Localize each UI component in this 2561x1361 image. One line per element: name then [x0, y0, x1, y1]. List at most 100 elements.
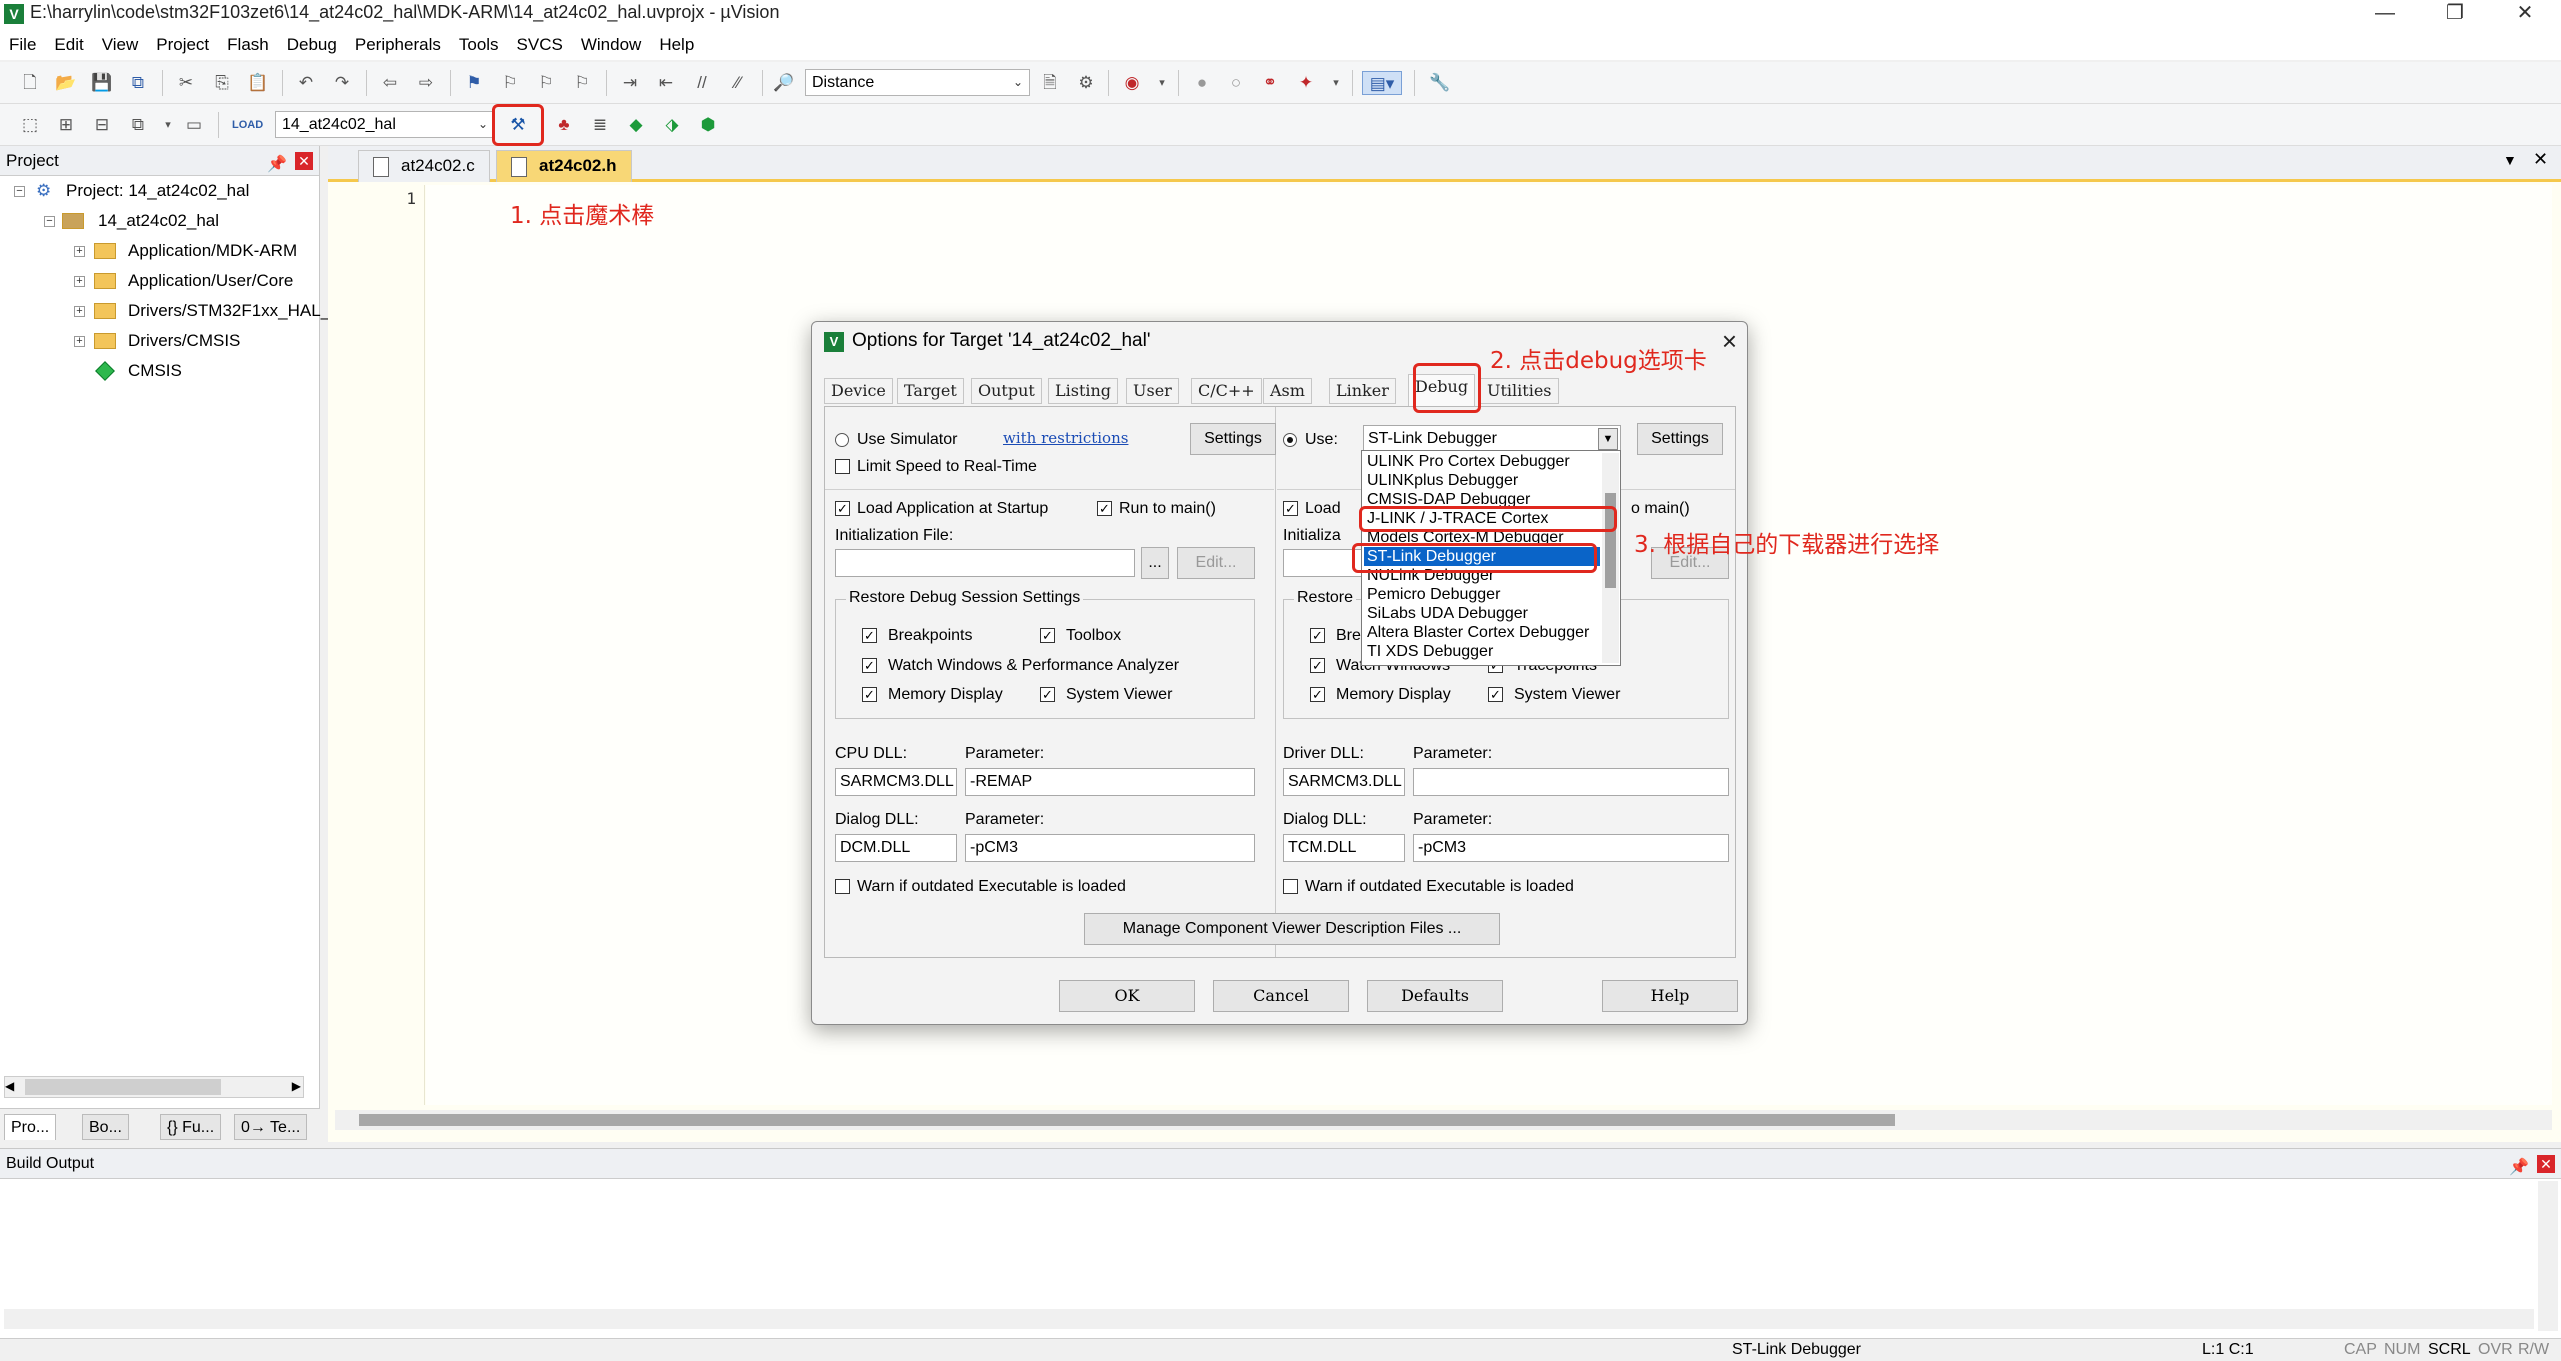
open-file-icon[interactable]: 📂 [54, 71, 78, 95]
load-app-checkbox[interactable]: ✓ [835, 501, 850, 516]
translate-icon[interactable]: ⬚ [18, 113, 42, 137]
close-window-button[interactable]: ✕ [2495, 0, 2555, 30]
cancel-button[interactable]: Cancel [1213, 980, 1349, 1012]
new-file-icon[interactable]: 🗋 [18, 71, 42, 95]
collapse-icon[interactable]: − [14, 186, 25, 197]
tab-at24c02-h[interactable]: at24c02.h [496, 150, 632, 182]
dropdown-option[interactable]: Pemicro Debugger [1364, 585, 1600, 604]
dialog-close-button[interactable]: × [1722, 326, 1737, 357]
chevron-down-icon[interactable]: ▾ [1324, 71, 1348, 95]
tab-output[interactable]: Output [971, 378, 1042, 404]
expand-icon[interactable]: + [74, 276, 85, 287]
configure-icon[interactable]: ⚙ [1074, 71, 1098, 95]
find-combo[interactable]: Distance ⌄ [805, 69, 1030, 96]
ok-button[interactable]: OK [1059, 980, 1195, 1012]
menu-window[interactable]: Window [572, 30, 650, 60]
nav-forward-icon[interactable]: ⇨ [414, 71, 438, 95]
debugger-select[interactable]: ST-Link Debugger ▼ [1363, 425, 1621, 453]
simulator-settings-button[interactable]: Settings [1190, 423, 1276, 455]
menu-svcs[interactable]: SVCS [508, 30, 572, 60]
build-output-vscroll[interactable] [2538, 1181, 2558, 1331]
minimize-button[interactable]: — [2355, 0, 2415, 30]
cpu-dll-input[interactable]: SARMCM3.DLL [835, 768, 957, 796]
dropdown-option[interactable]: TI XDS Debugger [1364, 642, 1600, 661]
system-viewer-checkbox-right[interactable]: ✓ [1488, 687, 1503, 702]
warn-outdated-checkbox-right[interactable] [1283, 879, 1298, 894]
window-layout-icon[interactable]: ▤▾ [1362, 71, 1402, 95]
breakpoints-checkbox-right[interactable]: ✓ [1310, 628, 1325, 643]
menu-peripherals[interactable]: Peripherals [346, 30, 450, 60]
paste-icon[interactable]: 📋 [246, 71, 270, 95]
tab-user[interactable]: User [1126, 378, 1179, 404]
dialog-dll-input-right[interactable]: TCM.DLL [1283, 834, 1405, 862]
copy-icon[interactable]: ⎘ [210, 71, 234, 95]
pin-icon[interactable]: 📌 [2509, 1153, 2529, 1183]
tab-cpp[interactable]: C/C++ [1191, 378, 1262, 404]
cpu-param-input[interactable]: -REMAP [965, 768, 1255, 796]
kill-breakpoints-icon[interactable]: ⚭ [1258, 71, 1282, 95]
watch-windows-checkbox[interactable]: ✓ [862, 658, 877, 673]
pack-installer-icon[interactable]: ⬗ [660, 113, 684, 137]
dialog-param-input-right[interactable]: -pCM3 [1413, 834, 1729, 862]
build-icon[interactable]: ⊞ [54, 113, 78, 137]
menu-project[interactable]: Project [147, 30, 218, 60]
tab-list-chevron-icon[interactable]: ▼ [2503, 152, 2517, 168]
breakpoint-icon[interactable]: ● [1190, 71, 1214, 95]
scroll-left-icon[interactable]: ◀ [5, 1079, 14, 1093]
menu-edit[interactable]: Edit [45, 30, 92, 60]
tab-linker[interactable]: Linker [1329, 378, 1396, 404]
manage-component-viewer-button[interactable]: Manage Component Viewer Description File… [1084, 913, 1500, 945]
menu-debug[interactable]: Debug [278, 30, 346, 60]
next-bookmark-icon[interactable]: ⚐ [534, 71, 558, 95]
prev-bookmark-icon[interactable]: ⚐ [498, 71, 522, 95]
tab-books[interactable]: Bo... [82, 1114, 129, 1140]
init-file-input[interactable] [835, 549, 1135, 577]
load-app-checkbox-right[interactable]: ✓ [1283, 501, 1298, 516]
select-packs-icon[interactable]: ≣ [588, 113, 612, 137]
defaults-button[interactable]: Defaults [1367, 980, 1503, 1012]
close-icon[interactable]: ✕ [2537, 1155, 2555, 1173]
menu-flash[interactable]: Flash [218, 30, 278, 60]
tab-listing[interactable]: Listing [1048, 378, 1119, 404]
start-debug-icon[interactable]: ◉ [1120, 71, 1144, 95]
target-combo[interactable]: 14_at24c02_hal ⌄ [275, 111, 495, 138]
dropdown-option[interactable]: ULINK Pro Cortex Debugger [1364, 452, 1600, 471]
find-icon[interactable]: 🗎 [1038, 71, 1062, 95]
tab-functions[interactable]: {} Fu... [160, 1114, 222, 1140]
system-viewer-checkbox[interactable]: ✓ [1040, 687, 1055, 702]
download-load-icon[interactable]: LOAD [232, 113, 263, 137]
chevron-down-icon[interactable]: ▾ [1150, 71, 1174, 95]
clear-bookmarks-icon[interactable]: ⚐ [570, 71, 594, 95]
dropdown-option[interactable]: SiLabs UDA Debugger [1364, 604, 1600, 623]
dropdown-option[interactable]: ULINKplus Debugger [1364, 471, 1600, 490]
save-icon[interactable]: 💾 [90, 71, 114, 95]
editor-hscroll[interactable] [335, 1110, 2552, 1130]
watch-windows-checkbox-right[interactable]: ✓ [1310, 658, 1325, 673]
edit-init-button[interactable]: Edit... [1177, 547, 1255, 579]
redo-icon[interactable]: ↷ [330, 71, 354, 95]
run-to-main-checkbox[interactable]: ✓ [1097, 501, 1112, 516]
limit-speed-checkbox[interactable] [835, 459, 850, 474]
tab-at24c02-c[interactable]: at24c02.c [358, 150, 490, 182]
close-icon[interactable]: ✕ [295, 152, 313, 170]
driver-param-input[interactable] [1413, 768, 1729, 796]
tab-project[interactable]: Pro... [4, 1114, 57, 1140]
manage-rte-icon[interactable]: ◆ [624, 113, 648, 137]
uncomment-icon[interactable]: ⁄⁄ [726, 71, 750, 95]
memory-display-checkbox[interactable]: ✓ [862, 687, 877, 702]
rebuild-icon[interactable]: ⊟ [90, 113, 114, 137]
warn-outdated-checkbox[interactable] [835, 879, 850, 894]
unindent-icon[interactable]: ⇤ [654, 71, 678, 95]
use-debugger-radio[interactable] [1283, 433, 1297, 447]
init-file-input-right[interactable] [1283, 549, 1363, 577]
scroll-right-icon[interactable]: ▶ [292, 1079, 301, 1093]
project-hscroll[interactable]: ◀ ▶ [4, 1076, 304, 1098]
menu-help[interactable]: Help [650, 30, 703, 60]
menu-view[interactable]: View [93, 30, 148, 60]
tracepoint-icon[interactable]: ✦ [1294, 71, 1318, 95]
build-output-hscroll[interactable] [4, 1309, 2534, 1329]
bookmark-icon[interactable]: ⚑ [462, 71, 486, 95]
dialog-dll-input[interactable]: DCM.DLL [835, 834, 957, 862]
dropdown-scrollbar[interactable] [1602, 453, 1619, 663]
use-simulator-radio[interactable] [835, 433, 849, 447]
